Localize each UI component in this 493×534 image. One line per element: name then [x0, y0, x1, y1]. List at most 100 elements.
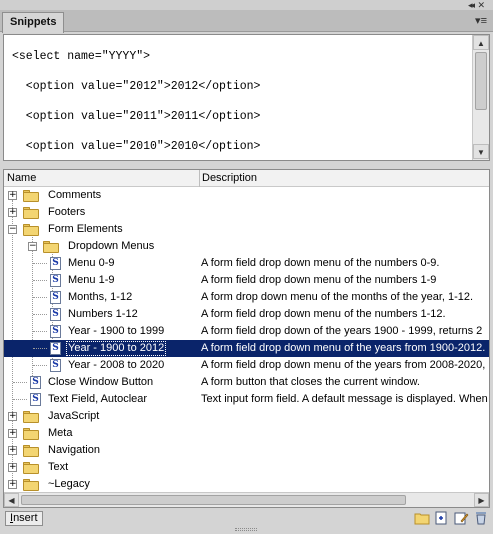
- tree-guide: [13, 382, 27, 383]
- pane-splitter[interactable]: [0, 162, 493, 169]
- snippet-icon: S: [50, 359, 61, 372]
- folder-icon: [23, 479, 39, 491]
- tree-folder-row[interactable]: + Navigation: [4, 442, 489, 459]
- tree-guide: [33, 263, 47, 264]
- tree-folder-row[interactable]: − Form Elements: [4, 221, 489, 238]
- collapse-toggle-icon[interactable]: −: [28, 242, 37, 251]
- tree-item-label: Close Window Button: [48, 376, 154, 388]
- tree-item-description: A form field drop down menu of the years…: [201, 359, 486, 371]
- bottom-toolbar: Insert: [0, 509, 493, 534]
- folder-icon: [23, 224, 39, 236]
- panel-options-menu-icon[interactable]: ▾≡: [475, 14, 487, 27]
- snippet-icon: S: [30, 393, 41, 406]
- column-divider[interactable]: [199, 170, 200, 187]
- snippet-icon: S: [30, 376, 41, 389]
- delete-icon[interactable]: [473, 511, 489, 526]
- tree-item-description: A form drop down menu of the months of t…: [201, 291, 474, 303]
- insert-button[interactable]: Insert: [5, 511, 43, 526]
- scrollbar-thumb[interactable]: [21, 495, 406, 505]
- tree-item-label: JavaScript: [48, 410, 100, 422]
- expand-toggle-icon[interactable]: +: [8, 480, 17, 489]
- snippet-icon: S: [50, 325, 61, 338]
- scroll-down-icon[interactable]: ▼: [473, 144, 489, 159]
- snippet-icon: S: [50, 274, 61, 287]
- tree-snippet-row[interactable]: S Year - 2008 to 2020 A form field drop do…: [4, 357, 489, 374]
- snippet-icon: S: [50, 257, 61, 270]
- tree-folder-row[interactable]: + JavaScript: [4, 408, 489, 425]
- tree-folder-row[interactable]: + Meta: [4, 425, 489, 442]
- scroll-up-icon[interactable]: ▲: [473, 35, 489, 50]
- tree-folder-row[interactable]: + Text: [4, 459, 489, 476]
- tree-snippet-row[interactable]: S Numbers 1-12 A form field drop down menu…: [4, 306, 489, 323]
- close-icon[interactable]: ✕: [477, 0, 485, 10]
- tree-folder-row[interactable]: − Dropdown Menus: [4, 238, 489, 255]
- tree-snippet-row[interactable]: S Year - 1900 to 2012 A form field drop do…: [4, 340, 489, 357]
- resize-grip[interactable]: [235, 528, 257, 531]
- tree-guide: [33, 365, 47, 366]
- preview-line: <option value="2011">2011</option>: [12, 110, 261, 123]
- column-header-description[interactable]: Description: [202, 172, 257, 184]
- expand-toggle-icon[interactable]: +: [8, 463, 17, 472]
- tree-item-label: Comments: [48, 189, 102, 201]
- folder-icon: [23, 411, 39, 423]
- column-header-name[interactable]: Name: [7, 172, 36, 184]
- tree-guide: [13, 399, 27, 400]
- tab-snippets[interactable]: Snippets: [2, 12, 65, 33]
- tree-item-description: A form button that closes the current wi…: [201, 376, 420, 388]
- collapse-toggle-icon[interactable]: −: [8, 225, 17, 234]
- tree-item-description: A form field drop down menu of the years…: [201, 342, 486, 354]
- tree-snippet-row[interactable]: S Close Window Button A form button that c…: [4, 374, 489, 391]
- tree-item-label: Menu 0-9: [68, 257, 115, 269]
- preview-line: <select name="YYYY">: [12, 50, 151, 63]
- snippets-tree[interactable]: Name Description + Comments + Footers − Form …: [3, 169, 490, 508]
- tree-item-label: Dropdown Menus: [68, 240, 155, 252]
- snippet-icon: S: [50, 291, 61, 304]
- expand-toggle-icon[interactable]: +: [8, 191, 17, 200]
- expand-toggle-icon[interactable]: +: [8, 429, 17, 438]
- tree-item-description: A form field drop down menu of the numbe…: [201, 308, 446, 320]
- new-snippet-icon[interactable]: [433, 511, 449, 526]
- tree-snippet-row[interactable]: S Menu 1-9 A form field drop down menu of …: [4, 272, 489, 289]
- preview-line: <option value="2012">2012</option>: [12, 80, 261, 93]
- tree-snippet-row[interactable]: S Months, 1-12 A form drop down menu of th…: [4, 289, 489, 306]
- tree-folder-row[interactable]: + Footers: [4, 204, 489, 221]
- scroll-right-icon[interactable]: ▶: [474, 493, 489, 507]
- new-folder-icon[interactable]: [414, 511, 430, 526]
- panel-tab-bar: Snippets ▾≡: [0, 10, 493, 33]
- tree-item-description: A form field drop down of the years 1900…: [201, 325, 483, 337]
- expand-toggle-icon[interactable]: +: [8, 208, 17, 217]
- folder-icon: [23, 190, 39, 202]
- collapse-icon[interactable]: ◂◂: [468, 0, 475, 10]
- list-horizontal-scrollbar[interactable]: ◀ ▶: [4, 492, 489, 507]
- snippet-preview[interactable]: <select name="YYYY"> <option value="2012…: [3, 34, 490, 161]
- expand-toggle-icon[interactable]: +: [8, 446, 17, 455]
- tree-item-label: Months, 1-12: [68, 291, 133, 303]
- tree-guide: [33, 314, 47, 315]
- tree-item-label: Year - 1900 to 1999: [68, 325, 165, 337]
- tree-snippet-row[interactable]: S Text Field, Autoclear Text input form fi…: [4, 391, 489, 408]
- tree-snippet-row[interactable]: S Menu 0-9 A form field drop down menu of …: [4, 255, 489, 272]
- tree-guide: [33, 280, 47, 281]
- scrollbar-thumb[interactable]: [475, 52, 487, 110]
- tree-guide: [33, 331, 47, 332]
- tree-item-label: Meta: [48, 427, 73, 439]
- tree-item-label: ~Legacy: [48, 478, 90, 490]
- tree-folder-row[interactable]: + ~Legacy: [4, 476, 489, 493]
- folder-icon: [43, 241, 59, 253]
- tree-item-label: Text: [48, 461, 69, 473]
- tree-item-description: Text input form field. A default message…: [201, 393, 488, 405]
- preview-line: <option value="2010">2010</option>: [12, 140, 261, 153]
- edit-snippet-icon[interactable]: [453, 511, 469, 526]
- tree-item-label: Form Elements: [48, 223, 123, 235]
- column-header-row: Name Description: [4, 170, 489, 187]
- expand-toggle-icon[interactable]: +: [8, 412, 17, 421]
- tree-snippet-row[interactable]: S Year - 1900 to 1999 A form field drop do…: [4, 323, 489, 340]
- tree-item-description: A form field drop down menu of the numbe…: [201, 257, 440, 269]
- folder-icon: [23, 462, 39, 474]
- preview-vertical-scrollbar[interactable]: ▲ ▼: [472, 35, 489, 160]
- tree-item-description: A form field drop down menu of the numbe…: [201, 274, 437, 286]
- scroll-left-icon[interactable]: ◀: [4, 493, 19, 507]
- tree-folder-row[interactable]: + Comments: [4, 187, 489, 204]
- folder-icon: [23, 428, 39, 440]
- tree-item-label: Menu 1-9: [68, 274, 115, 286]
